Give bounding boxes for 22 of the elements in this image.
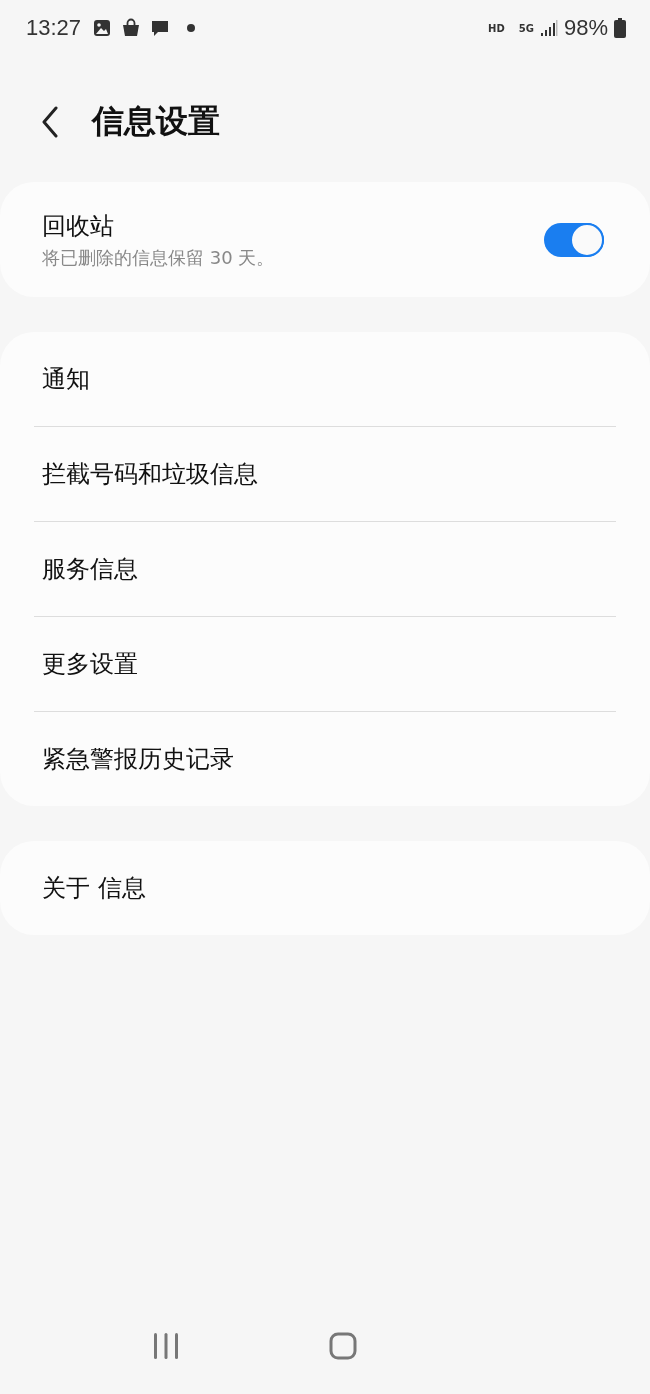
picture-icon <box>92 18 113 38</box>
page-title: 信息设置 <box>92 101 220 142</box>
battery-icon <box>614 18 626 38</box>
notification-dot-icon <box>187 24 196 32</box>
home-icon[interactable] <box>329 1332 357 1360</box>
recent-apps-icon[interactable] <box>153 1332 179 1360</box>
menu-item[interactable]: 通知 <box>34 332 616 426</box>
status-time: 13:27 <box>26 15 82 41</box>
network-label: 5G <box>518 22 534 34</box>
chat-icon <box>150 18 171 38</box>
menu-item[interactable]: 紧急警报历史记录 <box>34 712 616 806</box>
menu-item[interactable]: 关于 信息 <box>34 841 616 935</box>
menu-item[interactable]: 服务信息 <box>34 522 616 616</box>
signal-icon <box>539 20 558 36</box>
menu-item[interactable]: 拦截号码和垃圾信息 <box>34 427 616 521</box>
setting-title: 回收站 <box>42 210 115 242</box>
menu-item[interactable]: 更多设置 <box>34 617 616 711</box>
setting-description: 将已删除的信息保留 30 天。 <box>42 245 275 270</box>
hd-label: HD <box>488 22 505 34</box>
battery-level: 98% <box>563 15 608 41</box>
toggle-switch[interactable] <box>544 222 604 257</box>
bag-icon <box>121 18 142 38</box>
